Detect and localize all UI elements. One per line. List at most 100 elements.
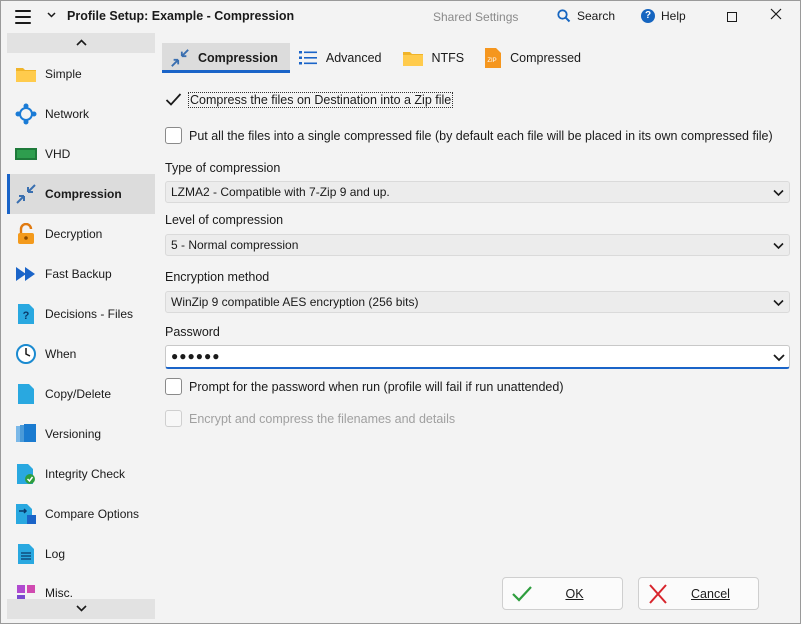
tab-label: Compression [198, 51, 278, 65]
network-icon [14, 102, 38, 126]
close-icon [770, 8, 782, 20]
compress-zip-checkbox[interactable] [165, 91, 182, 108]
shared-settings-button[interactable]: Shared Settings [433, 10, 518, 24]
compression-level-value: 5 - Normal compression [171, 238, 299, 252]
sidebar-item-misc[interactable]: Misc. [7, 574, 155, 599]
single-file-option[interactable]: Put all the files into a single compress… [165, 127, 773, 144]
ok-button[interactable]: OK [502, 577, 623, 610]
compression-icon [14, 182, 38, 206]
sidebar-item-label: When [45, 347, 77, 361]
prompt-password-checkbox[interactable] [165, 378, 182, 395]
sidebar-item-label: Integrity Check [45, 467, 126, 481]
sidebar-item-simple[interactable]: Simple [7, 54, 155, 94]
password-field[interactable]: ●●●●●● [165, 345, 790, 369]
svg-text:ZIP: ZIP [487, 58, 496, 64]
sidebar-item-log[interactable]: Log [7, 534, 155, 574]
sidebar-item-label: VHD [45, 147, 71, 161]
sidebar-item-label: Compare Options [45, 507, 140, 521]
prompt-password-option[interactable]: Prompt for the password when run (profil… [165, 378, 564, 395]
chevron-down-icon [773, 299, 784, 307]
fast-forward-icon [14, 262, 38, 286]
sidebar-scroll-up-button[interactable] [7, 33, 155, 53]
hamburger-menu-icon[interactable] [15, 10, 31, 24]
sidebar-item-label: Fast Backup [45, 267, 112, 281]
tab-advanced[interactable]: Advanced [290, 43, 394, 73]
tab-label: Compressed [510, 51, 582, 65]
tab-compressed[interactable]: ZIP Compressed [476, 43, 593, 73]
checkmark-icon [165, 93, 182, 106]
cancel-label: Cancel [691, 586, 730, 601]
vhd-icon [14, 142, 38, 166]
tab-label: Advanced [325, 51, 382, 65]
padlock-icon [14, 222, 38, 246]
encryption-method-label: Encryption method [165, 270, 270, 284]
chevron-down-icon[interactable] [47, 10, 56, 21]
sidebar-item-when[interactable]: When [7, 334, 155, 374]
encrypt-filenames-checkbox [165, 410, 182, 427]
maximize-button[interactable] [727, 12, 737, 22]
tab-label: NTFS [431, 51, 465, 65]
sidebar-item-label: Misc. [45, 586, 73, 599]
title-bar: Profile Setup: Example - Compression Sha… [1, 1, 800, 33]
compression-type-value: LZMA2 - Compatible with 7-Zip 9 and up. [171, 185, 390, 199]
encrypt-filenames-option: Encrypt and compress the filenames and d… [165, 410, 455, 427]
sidebar: Simple Network VHD Compression Decryptio… [7, 33, 155, 619]
sidebar-item-compare-options[interactable]: Compare Options [7, 494, 155, 534]
sidebar-item-integrity-check[interactable]: Integrity Check [7, 454, 155, 494]
question-file-icon: ? [14, 302, 38, 326]
svg-text:?: ? [23, 310, 30, 322]
chevron-down-icon[interactable] [772, 350, 786, 364]
sidebar-item-compression[interactable]: Compression [7, 174, 155, 214]
chevron-up-icon [75, 39, 87, 46]
sidebar-item-label: Compression [45, 187, 122, 201]
zip-file-icon: ZIP [485, 48, 502, 68]
encryption-method-select[interactable]: WinZip 9 compatible AES encryption (256 … [165, 291, 790, 313]
sidebar-item-network[interactable]: Network [7, 94, 155, 134]
compression-level-select[interactable]: 5 - Normal compression [165, 234, 790, 256]
tab-compression[interactable]: Compression [162, 43, 290, 73]
prompt-password-label: Prompt for the password when run (profil… [189, 379, 564, 394]
sidebar-item-versioning[interactable]: Versioning [7, 414, 155, 454]
compression-level-label: Level of compression [165, 213, 284, 227]
sidebar-item-label: Decryption [45, 227, 103, 241]
search-label: Search [577, 9, 616, 23]
chevron-down-icon [773, 242, 784, 250]
cancel-button[interactable]: Cancel [638, 577, 759, 610]
sidebar-item-vhd[interactable]: VHD [7, 134, 155, 174]
encryption-method-value: WinZip 9 compatible AES encryption (256 … [171, 295, 419, 309]
compression-type-select[interactable]: LZMA2 - Compatible with 7-Zip 9 and up. [165, 181, 790, 203]
folder-icon [402, 52, 423, 66]
sidebar-item-decisions-files[interactable]: ? Decisions - Files [7, 294, 155, 334]
sidebar-item-label: Versioning [45, 427, 102, 441]
sidebar-item-label: Log [45, 547, 66, 561]
encrypt-filenames-label: Encrypt and compress the filenames and d… [189, 411, 456, 426]
copy-icon [14, 382, 38, 406]
log-icon [14, 542, 38, 566]
sidebar-item-label: Decisions - Files [45, 307, 134, 321]
clock-icon [14, 342, 38, 366]
sidebar-item-fast-backup[interactable]: Fast Backup [7, 254, 155, 294]
single-file-label: Put all the files into a single compress… [189, 128, 773, 143]
compress-zip-option[interactable]: Compress the files on Destination into a… [165, 91, 454, 108]
password-value: ●●●●●● [171, 349, 221, 363]
compression-icon [171, 49, 189, 67]
sidebar-item-copy-delete[interactable]: Copy/Delete [7, 374, 155, 414]
misc-icon [14, 582, 38, 599]
single-file-checkbox[interactable] [165, 127, 182, 144]
close-button[interactable] [770, 7, 782, 25]
integrity-check-icon [14, 462, 38, 486]
search-icon [557, 9, 571, 23]
chevron-down-icon [75, 605, 87, 612]
search-button[interactable]: Search [557, 9, 615, 23]
sidebar-item-label: Network [45, 107, 90, 121]
password-label: Password [165, 325, 220, 339]
help-icon: ? [641, 9, 655, 23]
compression-type-label: Type of compression [165, 161, 281, 175]
list-icon [298, 51, 317, 65]
sidebar-item-decryption[interactable]: Decryption [7, 214, 155, 254]
help-label: Help [661, 9, 686, 23]
help-button[interactable]: ? Help [641, 9, 686, 23]
sidebar-scroll-down-button[interactable] [7, 599, 155, 619]
tab-ntfs[interactable]: NTFS [394, 43, 477, 73]
compress-zip-label: Compress the files on Destination into a… [187, 91, 454, 108]
